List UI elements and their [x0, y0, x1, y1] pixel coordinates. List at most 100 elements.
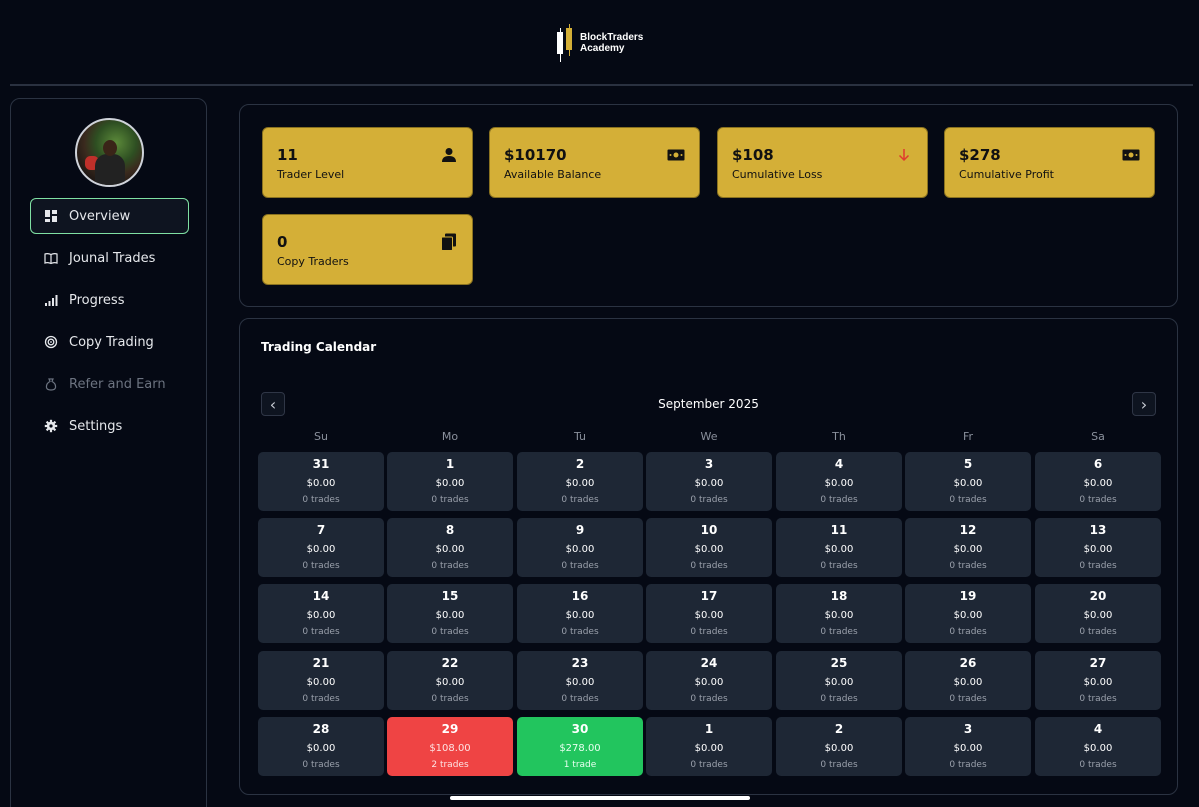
day-number: 27: [1089, 656, 1107, 670]
day-number: 22: [441, 656, 459, 670]
calendar-day[interactable]: 2 $0.00 0 trades: [517, 452, 643, 511]
day-trade-count: 0 trades: [302, 694, 340, 704]
chevron-right-icon: ›: [1140, 394, 1148, 414]
day-number: 9: [575, 523, 585, 537]
day-pnl: $0.00: [1083, 544, 1113, 555]
calendar-title: Trading Calendar: [261, 340, 377, 354]
day-trade-count: 0 trades: [1079, 694, 1117, 704]
day-trade-count: 0 trades: [820, 760, 858, 770]
calendar-day[interactable]: 4 $0.00 0 trades: [1035, 717, 1161, 776]
calendar-day[interactable]: 28 $0.00 0 trades: [258, 717, 384, 776]
calendar-day[interactable]: 14 $0.00 0 trades: [258, 584, 384, 643]
brand-name-line1: BlockTraders: [580, 32, 644, 43]
day-pnl: $0.00: [953, 610, 983, 621]
day-number: 1: [445, 457, 455, 471]
day-trade-count: 0 trades: [431, 495, 469, 505]
calendar-day[interactable]: 22 $0.00 0 trades: [387, 651, 513, 710]
sidebar-item-refer-and-earn[interactable]: Refer and Earn: [30, 366, 189, 402]
weekday-label: Mo: [441, 430, 459, 443]
day-trade-count: 0 trades: [1079, 760, 1117, 770]
day-pnl: $0.00: [565, 677, 595, 688]
day-trade-count: 0 trades: [949, 694, 987, 704]
calendar-day[interactable]: 29 $108.00 2 trades: [387, 717, 513, 776]
day-trade-count: 0 trades: [690, 760, 728, 770]
sidebar-item-settings[interactable]: Settings: [30, 408, 189, 444]
user-icon: [440, 146, 458, 164]
brand-name-line2: Academy: [580, 43, 625, 54]
sidebar-item-label: Refer and Earn: [69, 376, 166, 392]
stat-card-available-balance: $10170 Available Balance: [489, 127, 700, 198]
day-pnl: $0.00: [1083, 743, 1113, 754]
calendar-day[interactable]: 7 $0.00 0 trades: [258, 518, 384, 577]
banknote-icon: [667, 146, 685, 164]
calendar-day[interactable]: 18 $0.00 0 trades: [776, 584, 902, 643]
day-pnl: $108.00: [429, 743, 471, 754]
calendar-day[interactable]: 31 $0.00 0 trades: [258, 452, 384, 511]
day-number: 20: [1089, 589, 1107, 603]
day-pnl: $0.00: [824, 544, 854, 555]
sidebar-item-label: Settings: [69, 418, 123, 434]
calendar-day[interactable]: 13 $0.00 0 trades: [1035, 518, 1161, 577]
calendar-day[interactable]: 9 $0.00 0 trades: [517, 518, 643, 577]
calendar-day[interactable]: 15 $0.00 0 trades: [387, 584, 513, 643]
stat-card-trader-level: 11 Trader Level: [262, 127, 473, 198]
weekday-label: We: [700, 430, 718, 443]
day-trade-count: 0 trades: [690, 495, 728, 505]
day-pnl: $0.00: [306, 677, 336, 688]
day-number: 6: [1093, 457, 1103, 471]
day-number: 19: [959, 589, 977, 603]
calendar-day[interactable]: 5 $0.00 0 trades: [905, 452, 1031, 511]
calendar-day[interactable]: 4 $0.00 0 trades: [776, 452, 902, 511]
day-pnl: $0.00: [435, 677, 465, 688]
day-pnl: $0.00: [435, 610, 465, 621]
calendar-day[interactable]: 1 $0.00 0 trades: [387, 452, 513, 511]
day-trade-count: 0 trades: [561, 627, 599, 637]
calendar-day[interactable]: 23 $0.00 0 trades: [517, 651, 643, 710]
calendar-day[interactable]: 3 $0.00 0 trades: [905, 717, 1031, 776]
candlestick-logo-icon: [556, 24, 574, 62]
calendar-day[interactable]: 3 $0.00 0 trades: [646, 452, 772, 511]
calendar-day[interactable]: 12 $0.00 0 trades: [905, 518, 1031, 577]
day-number: 25: [830, 656, 848, 670]
sidebar-item-progress[interactable]: Progress: [30, 282, 189, 318]
calendar-day[interactable]: 8 $0.00 0 trades: [387, 518, 513, 577]
sidebar-item-journal-trades[interactable]: Jounal Trades: [30, 240, 189, 276]
header-divider: [10, 84, 1193, 86]
calendar-day[interactable]: 11 $0.00 0 trades: [776, 518, 902, 577]
day-pnl: $0.00: [694, 478, 724, 489]
day-trade-count: 0 trades: [690, 694, 728, 704]
avatar[interactable]: [75, 118, 144, 187]
calendar-day[interactable]: 6 $0.00 0 trades: [1035, 452, 1161, 511]
day-pnl: $0.00: [824, 478, 854, 489]
calendar-day[interactable]: 26 $0.00 0 trades: [905, 651, 1031, 710]
brand-logo[interactable]: BlockTraders Academy: [556, 24, 643, 62]
calendar-day[interactable]: 25 $0.00 0 trades: [776, 651, 902, 710]
sidebar-item-copy-trading[interactable]: Copy Trading: [30, 324, 189, 360]
calendar-day[interactable]: 10 $0.00 0 trades: [646, 518, 772, 577]
calendar-day[interactable]: 1 $0.00 0 trades: [646, 717, 772, 776]
calendar-day[interactable]: 19 $0.00 0 trades: [905, 584, 1031, 643]
calendar-day[interactable]: 27 $0.00 0 trades: [1035, 651, 1161, 710]
weekday-label: Sa: [1091, 430, 1105, 443]
stat-label: Available Balance: [504, 168, 602, 181]
calendar-day[interactable]: 20 $0.00 0 trades: [1035, 584, 1161, 643]
day-number: 3: [704, 457, 714, 471]
day-number: 31: [312, 457, 330, 471]
day-pnl: $278.00: [559, 743, 601, 754]
sidebar-item-overview[interactable]: Overview: [30, 198, 189, 234]
calendar-day[interactable]: 17 $0.00 0 trades: [646, 584, 772, 643]
day-trade-count: 0 trades: [561, 694, 599, 704]
calendar-day[interactable]: 30 $278.00 1 trade: [517, 717, 643, 776]
day-trade-count: 0 trades: [949, 627, 987, 637]
next-month-button[interactable]: ›: [1132, 392, 1156, 416]
day-number: 8: [445, 523, 455, 537]
calendar-day[interactable]: 24 $0.00 0 trades: [646, 651, 772, 710]
day-trade-count: 2 trades: [431, 760, 469, 770]
calendar-day[interactable]: 2 $0.00 0 trades: [776, 717, 902, 776]
day-number: 13: [1089, 523, 1107, 537]
calendar-day[interactable]: 16 $0.00 0 trades: [517, 584, 643, 643]
day-pnl: $0.00: [953, 544, 983, 555]
day-pnl: $0.00: [694, 610, 724, 621]
calendar-day[interactable]: 21 $0.00 0 trades: [258, 651, 384, 710]
day-number: 11: [830, 523, 848, 537]
